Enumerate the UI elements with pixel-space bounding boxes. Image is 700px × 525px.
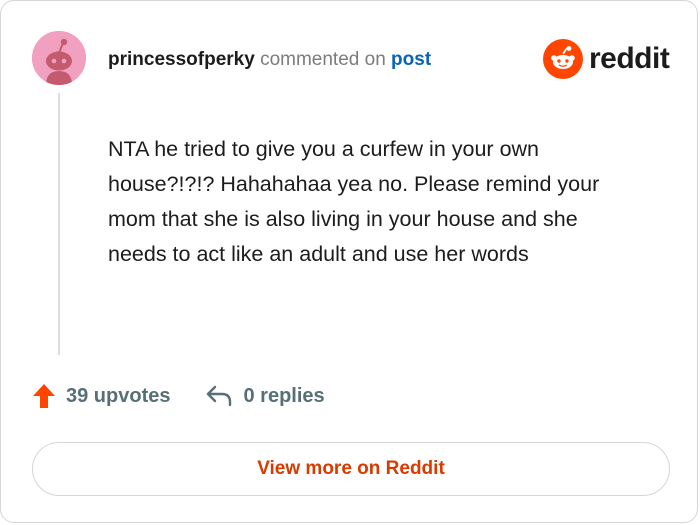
snoo-avatar-icon [32,31,86,85]
reddit-snoo-icon [543,39,583,79]
reddit-wordmark: reddit [589,42,670,75]
reddit-comment-embed-card: princessofperky commented on post reddit [0,0,698,523]
replies-count: 0 replies [243,384,325,407]
reddit-logo[interactable]: reddit [543,39,670,79]
view-more-on-reddit-button[interactable]: View more on Reddit [32,442,670,496]
upvotes-count: 39 upvotes [66,384,171,407]
comment-stats: 39 upvotes 0 replies [32,383,325,409]
thread-line [58,93,60,355]
upvotes-stat[interactable]: 39 upvotes [32,383,170,409]
comment-header: princessofperky commented on post [108,48,431,72]
post-link[interactable]: post [391,49,431,70]
upvote-arrow-icon [33,384,55,408]
replies-stat[interactable]: 0 replies [205,384,325,408]
user-avatar[interactable] [32,31,86,85]
username-link[interactable]: princessofperky [108,49,255,70]
commented-on-text: commented on [260,49,386,70]
reply-arrow-icon [207,385,232,407]
comment-body: NTA he tried to give you a curfew in you… [108,137,600,266]
